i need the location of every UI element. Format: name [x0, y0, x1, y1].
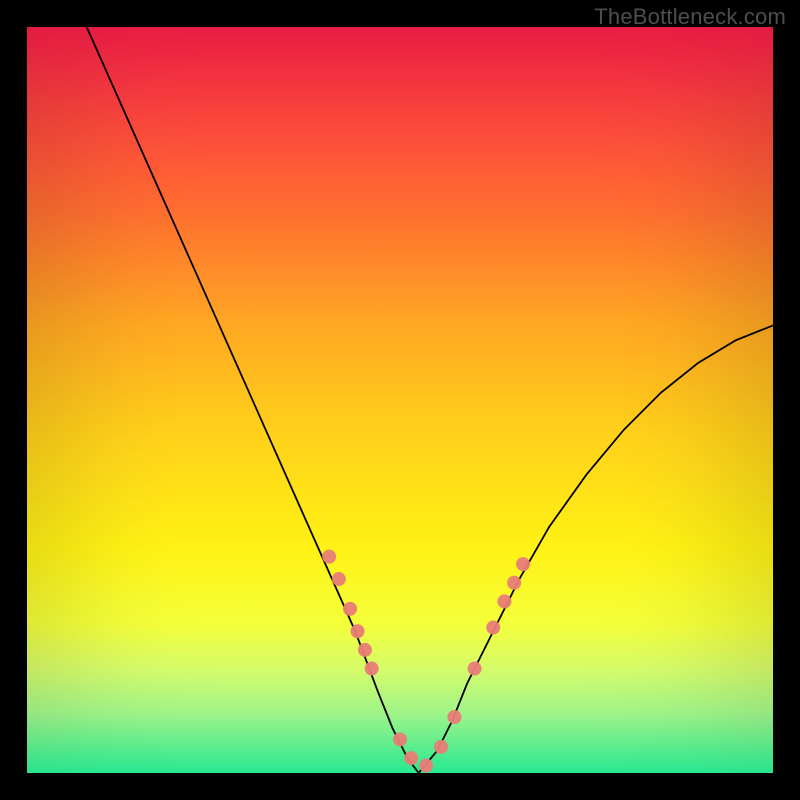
left-curve — [87, 27, 419, 773]
marker-dot — [343, 602, 357, 616]
marker-dot — [322, 550, 336, 564]
marker-dot — [332, 572, 346, 586]
marker-dot — [419, 759, 433, 773]
plot-area — [27, 27, 773, 773]
marker-dot — [468, 662, 482, 676]
marker-dot — [404, 751, 418, 765]
right-curve — [419, 325, 773, 773]
marker-dot — [507, 576, 521, 590]
marker-dot — [497, 594, 511, 608]
marker-dot — [365, 662, 379, 676]
marker-group — [322, 550, 530, 773]
marker-dot — [447, 710, 461, 724]
chart-frame: TheBottleneck.com — [0, 0, 800, 800]
marker-dot — [350, 624, 364, 638]
marker-dot — [486, 621, 500, 635]
marker-dot — [393, 732, 407, 746]
marker-dot — [358, 643, 372, 657]
watermark-text: TheBottleneck.com — [594, 4, 786, 30]
marker-dot — [516, 557, 530, 571]
chart-svg — [27, 27, 773, 773]
marker-dot — [434, 740, 448, 754]
